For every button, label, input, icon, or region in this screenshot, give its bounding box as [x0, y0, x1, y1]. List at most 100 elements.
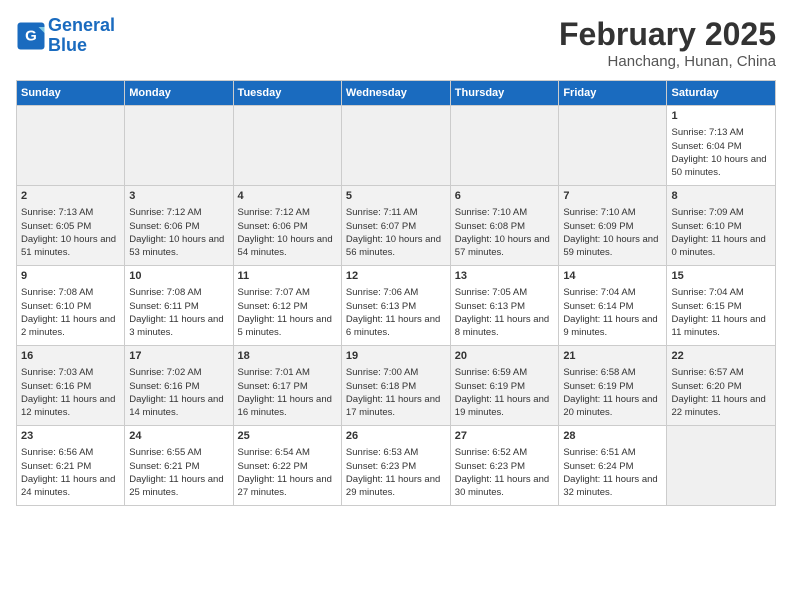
day-number: 6: [455, 189, 555, 204]
month-title: February 2025: [559, 16, 776, 53]
calendar-cell: 13Sunrise: 7:05 AMSunset: 6:13 PMDayligh…: [450, 266, 559, 346]
sunset-text: Sunset: 6:16 PM: [21, 381, 91, 392]
day-number: 2: [21, 189, 120, 204]
calendar-cell: 8Sunrise: 7:09 AMSunset: 6:10 PMDaylight…: [667, 186, 776, 266]
logo-icon: G: [16, 21, 46, 51]
calendar-cell: 21Sunrise: 6:58 AMSunset: 6:19 PMDayligh…: [559, 346, 667, 426]
weekday-header: Tuesday: [233, 81, 341, 106]
calendar-cell: 24Sunrise: 6:55 AMSunset: 6:21 PMDayligh…: [125, 426, 233, 506]
calendar-cell: [341, 106, 450, 186]
sunrise-text: Sunrise: 6:53 AM: [346, 447, 418, 458]
sunrise-text: Sunrise: 7:09 AM: [671, 207, 743, 218]
calendar-cell: 25Sunrise: 6:54 AMSunset: 6:22 PMDayligh…: [233, 426, 341, 506]
daylight-text: Daylight: 10 hours and 53 minutes.: [129, 234, 224, 258]
page-header: G General Blue February 2025 Hanchang, H…: [16, 16, 776, 70]
sunset-text: Sunset: 6:24 PM: [563, 461, 633, 472]
daylight-text: Daylight: 11 hours and 24 minutes.: [21, 474, 115, 498]
day-number: 8: [671, 189, 771, 204]
day-number: 4: [238, 189, 337, 204]
sunrise-text: Sunrise: 7:11 AM: [346, 207, 418, 218]
sunset-text: Sunset: 6:21 PM: [21, 461, 91, 472]
sunset-text: Sunset: 6:09 PM: [563, 221, 633, 232]
sunset-text: Sunset: 6:10 PM: [671, 221, 741, 232]
sunset-text: Sunset: 6:12 PM: [238, 301, 308, 312]
sunrise-text: Sunrise: 7:10 AM: [455, 207, 527, 218]
day-number: 5: [346, 189, 446, 204]
calendar-cell: 3 Sunrise: 7:12 AM Sunset: 6:06 PM Daylight…: [125, 186, 233, 266]
sunrise-text: Sunrise: 7:06 AM: [346, 287, 418, 298]
day-number: 27: [455, 429, 555, 444]
daylight-text: Daylight: 11 hours and 6 minutes.: [346, 314, 440, 338]
day-number: 3: [129, 189, 228, 204]
daylight-text: Daylight: 10 hours and 51 minutes.: [21, 234, 116, 258]
sunset-text: Sunset: 6:08 PM: [455, 221, 525, 232]
calendar-week-row: 9Sunrise: 7:08 AMSunset: 6:10 PMDaylight…: [17, 266, 776, 346]
daylight-text: Daylight: 11 hours and 30 minutes.: [455, 474, 549, 498]
calendar-cell: 27Sunrise: 6:52 AMSunset: 6:23 PMDayligh…: [450, 426, 559, 506]
daylight-text: Daylight: 11 hours and 32 minutes.: [563, 474, 657, 498]
daylight-text: Daylight: 11 hours and 5 minutes.: [238, 314, 332, 338]
sunrise-text: Sunrise: 7:00 AM: [346, 367, 418, 378]
weekday-header: Wednesday: [341, 81, 450, 106]
day-number: 11: [238, 269, 337, 284]
calendar-cell: 14Sunrise: 7:04 AMSunset: 6:14 PMDayligh…: [559, 266, 667, 346]
daylight-text: Daylight: 11 hours and 11 minutes.: [671, 314, 765, 338]
sunset-text: Sunset: 6:20 PM: [671, 381, 741, 392]
day-number: 1: [671, 109, 771, 124]
sunset-text: Sunset: 6:21 PM: [129, 461, 199, 472]
daylight-text: Daylight: 11 hours and 29 minutes.: [346, 474, 440, 498]
calendar-cell: 23Sunrise: 6:56 AMSunset: 6:21 PMDayligh…: [17, 426, 125, 506]
calendar-cell: 19Sunrise: 7:00 AMSunset: 6:18 PMDayligh…: [341, 346, 450, 426]
sunrise-text: Sunrise: 7:04 AM: [563, 287, 635, 298]
sunset-text: Sunset: 6:07 PM: [346, 221, 416, 232]
weekday-header: Friday: [559, 81, 667, 106]
calendar-cell: 5Sunrise: 7:11 AMSunset: 6:07 PMDaylight…: [341, 186, 450, 266]
calendar-table: SundayMondayTuesdayWednesdayThursdayFrid…: [16, 80, 776, 506]
day-number: 10: [129, 269, 228, 284]
day-number: 22: [671, 349, 771, 364]
daylight-text: Daylight: 11 hours and 19 minutes.: [455, 394, 549, 418]
svg-text:G: G: [25, 27, 37, 44]
title-block: February 2025 Hanchang, Hunan, China: [559, 16, 776, 70]
sunrise-text: Sunrise: 7:08 AM: [129, 287, 201, 298]
daylight-text: Daylight: 11 hours and 16 minutes.: [238, 394, 332, 418]
daylight-text: Daylight: 10 hours and 59 minutes.: [563, 234, 658, 258]
calendar-cell: [233, 106, 341, 186]
logo-text: General Blue: [48, 16, 115, 56]
day-number: 9: [21, 269, 120, 284]
daylight-text: Daylight: 11 hours and 22 minutes.: [671, 394, 765, 418]
calendar-cell: 17Sunrise: 7:02 AMSunset: 6:16 PMDayligh…: [125, 346, 233, 426]
day-number: 7: [563, 189, 662, 204]
sunrise-text: Sunrise: 6:54 AM: [238, 447, 310, 458]
weekday-header: Saturday: [667, 81, 776, 106]
sunset-text: Sunset: 6:06 PM: [238, 221, 308, 232]
daylight-text: Daylight: 11 hours and 14 minutes.: [129, 394, 223, 418]
daylight-text: Daylight: 11 hours and 8 minutes.: [455, 314, 549, 338]
sunrise-text: Sunrise: 7:12 AM: [238, 207, 310, 218]
sunset-text: Sunset: 6:16 PM: [129, 381, 199, 392]
sunrise-text: Sunrise: 7:08 AM: [21, 287, 93, 298]
sunset-text: Sunset: 6:04 PM: [671, 141, 741, 152]
calendar-cell: [667, 426, 776, 506]
day-number: 25: [238, 429, 337, 444]
calendar-cell: [125, 106, 233, 186]
sunset-text: Sunset: 6:14 PM: [563, 301, 633, 312]
sunset-text: Sunset: 6:17 PM: [238, 381, 308, 392]
day-number: 21: [563, 349, 662, 364]
sunset-text: Sunset: 6:06 PM: [129, 221, 199, 232]
sunset-text: Sunset: 6:19 PM: [563, 381, 633, 392]
sunrise-text: Sunrise: 7:12 AM: [129, 207, 201, 218]
calendar-week-row: 23Sunrise: 6:56 AMSunset: 6:21 PMDayligh…: [17, 426, 776, 506]
day-number: 16: [21, 349, 120, 364]
sunrise-text: Sunrise: 6:57 AM: [671, 367, 743, 378]
sunset-text: Sunset: 6:13 PM: [346, 301, 416, 312]
sunset-text: Sunset: 6:18 PM: [346, 381, 416, 392]
daylight-text: Daylight: 11 hours and 17 minutes.: [346, 394, 440, 418]
calendar-week-row: 16Sunrise: 7:03 AMSunset: 6:16 PMDayligh…: [17, 346, 776, 426]
calendar-cell: 18Sunrise: 7:01 AMSunset: 6:17 PMDayligh…: [233, 346, 341, 426]
sunset-text: Sunset: 6:23 PM: [346, 461, 416, 472]
daylight-text: Daylight: 10 hours and 57 minutes.: [455, 234, 550, 258]
calendar-cell: 1Sunrise: 7:13 AMSunset: 6:04 PMDaylight…: [667, 106, 776, 186]
sunset-text: Sunset: 6:19 PM: [455, 381, 525, 392]
weekday-header: Thursday: [450, 81, 559, 106]
